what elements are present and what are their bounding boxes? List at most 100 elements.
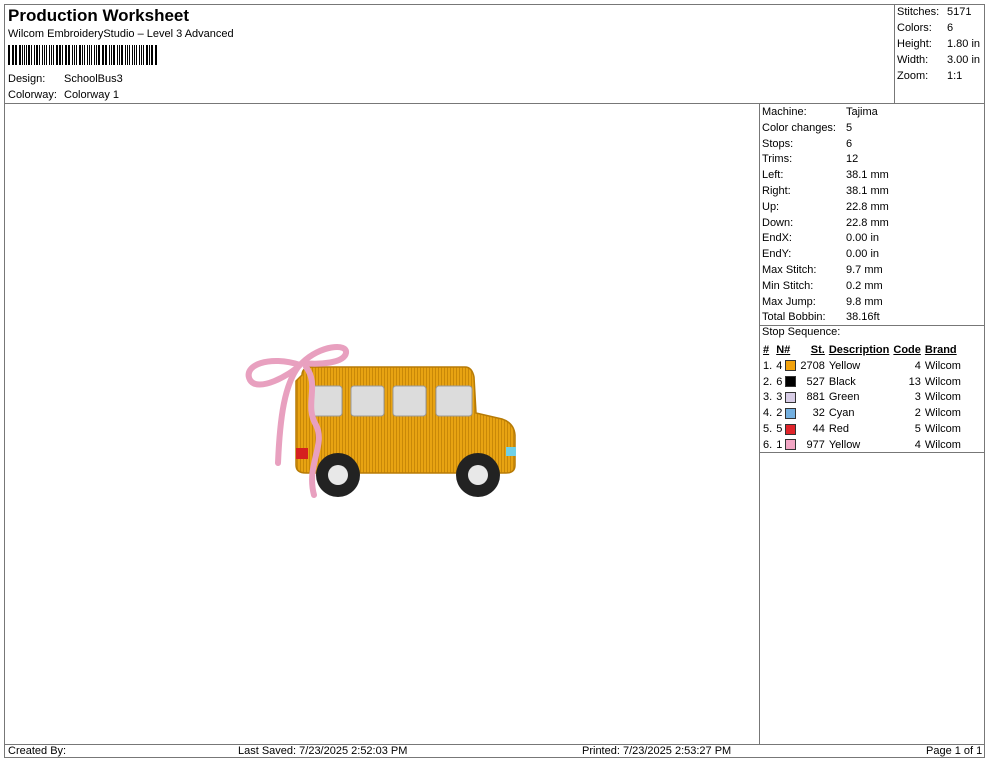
- color-swatch-icon: [785, 376, 797, 388]
- created-by: Created By:: [8, 745, 67, 757]
- stat-value: 1.80 in: [947, 38, 981, 50]
- design-row: Design: SchoolBus3: [8, 73, 123, 85]
- spec-value: 22.8 mm: [846, 200, 889, 213]
- stat-value: 3.00 in: [947, 54, 981, 66]
- color-swatch-icon: [785, 439, 797, 451]
- table-header-row: # N# St. Description Code Brand: [761, 342, 963, 358]
- barcode: [8, 45, 158, 65]
- barcode-bar: [154, 45, 156, 65]
- col-header-number: #: [763, 344, 770, 356]
- barcode-bar: [49, 45, 50, 65]
- spec-label: Stops:: [762, 137, 794, 150]
- barcode-bar: [34, 45, 35, 65]
- barcode-bar: [75, 45, 77, 65]
- stat-row: Colors: 6: [897, 21, 980, 37]
- row-needle: 2: [774, 405, 798, 421]
- barcode-bar: [106, 45, 108, 65]
- row-description: Cyan: [828, 407, 855, 420]
- color-swatch-icon: [785, 407, 797, 419]
- printed-date: Printed: 7/23/2025 2:53:27 PM: [582, 745, 732, 757]
- stat-value: 5171: [947, 6, 972, 18]
- row-code: 5: [914, 423, 921, 436]
- barcode-bar: [129, 45, 130, 65]
- row-stitches: 2708: [800, 359, 825, 372]
- barcode-bar: [61, 45, 63, 65]
- col-header-stitches: St.: [810, 344, 825, 356]
- stat-label: Width:: [897, 54, 929, 66]
- barcode-bar: [56, 45, 59, 65]
- barcode-bar: [28, 45, 30, 65]
- colorway-value: Colorway 1: [64, 89, 120, 101]
- row-number: 3.: [763, 391, 773, 404]
- barcode-bar: [23, 45, 25, 65]
- stat-label: Zoom:: [897, 70, 929, 82]
- row-stitches: 977: [806, 438, 825, 451]
- spec-value: 0.2 mm: [846, 279, 883, 292]
- spec-row: Down: 22.8 mm: [762, 216, 889, 232]
- spec-value: 22.8 mm: [846, 216, 889, 229]
- row-description: Green: [828, 391, 860, 404]
- row-code: 4: [914, 359, 921, 372]
- barcode-bar: [120, 45, 123, 65]
- stat-value: 6: [947, 22, 954, 34]
- spec-label: EndX:: [762, 232, 792, 245]
- barcode-bar: [136, 45, 137, 65]
- barcode-bar: [59, 45, 61, 65]
- barcode-bar: [83, 45, 86, 65]
- row-number: 2.: [763, 375, 773, 388]
- spec-row: Color changes: 5: [762, 121, 889, 137]
- barcode-bar: [30, 45, 33, 65]
- spec-label: Trims:: [762, 153, 793, 166]
- col-header-code: Code: [893, 344, 921, 356]
- barcode-bar: [94, 45, 96, 65]
- stat-row: Stitches: 5171: [897, 5, 980, 21]
- barcode-bar: [145, 45, 149, 65]
- barcode-bar: [90, 45, 93, 65]
- barcode-bar: [118, 45, 120, 65]
- stat-label: Colors:: [897, 22, 932, 34]
- row-number: 6.: [763, 438, 773, 451]
- spec-row: Right: 38.1 mm: [762, 184, 889, 200]
- embroidery-preview: [245, 344, 516, 498]
- row-brand: Wilcom: [924, 375, 961, 388]
- barcode-bar: [117, 45, 118, 65]
- spec-label: Down:: [762, 216, 794, 229]
- spec-label: Max Stitch:: [762, 263, 817, 276]
- spec-row: Max Stitch: 9.7 mm: [762, 263, 889, 279]
- row-code: 3: [914, 391, 921, 404]
- spec-label: EndY:: [762, 248, 792, 261]
- barcode-bar: [82, 45, 83, 65]
- barcode-bar: [43, 45, 46, 65]
- row-needle: 6: [774, 374, 798, 390]
- barcode-bar: [141, 45, 143, 65]
- color-swatch-icon: [785, 392, 797, 404]
- row-code: 13: [908, 375, 921, 388]
- barcode-bar: [8, 45, 10, 65]
- side-panel-divider: [759, 103, 760, 744]
- table-row: 3. 3 881 Green 3 Wilcom: [761, 390, 963, 406]
- col-header-needle: N#: [776, 344, 791, 356]
- col-header-brand: Brand: [924, 344, 957, 356]
- needle-number: 5: [776, 423, 783, 436]
- needle-number: 1: [776, 438, 783, 451]
- row-description: Yellow: [828, 359, 861, 372]
- barcode-bar: [74, 45, 75, 65]
- header-divider: [4, 103, 985, 104]
- spec-value: 6: [846, 137, 853, 150]
- needle-number: 3: [776, 391, 783, 404]
- stat-row: Zoom: 1:1: [897, 69, 980, 85]
- table-row: 5. 5 44 Red 5 Wilcom: [761, 421, 963, 437]
- design-label: Design:: [8, 73, 46, 85]
- spec-value: 9.8 mm: [846, 295, 883, 308]
- color-swatch-icon: [785, 360, 797, 372]
- stop-sequence-label: Stop Sequence:: [762, 326, 841, 338]
- row-number: 4.: [763, 407, 773, 420]
- table-row: 2. 6 527 Black 13 Wilcom: [761, 374, 963, 390]
- barcode-bar: [102, 45, 104, 65]
- spec-value: 38.1 mm: [846, 169, 889, 182]
- page-number: Page 1 of 1: [926, 745, 983, 757]
- school-bus: [295, 366, 516, 497]
- barcode-bar: [124, 45, 126, 65]
- stop-sequence-table: # N# St. Description Code Brand 1. 4 2708…: [761, 342, 963, 453]
- stat-label: Height:: [897, 38, 932, 50]
